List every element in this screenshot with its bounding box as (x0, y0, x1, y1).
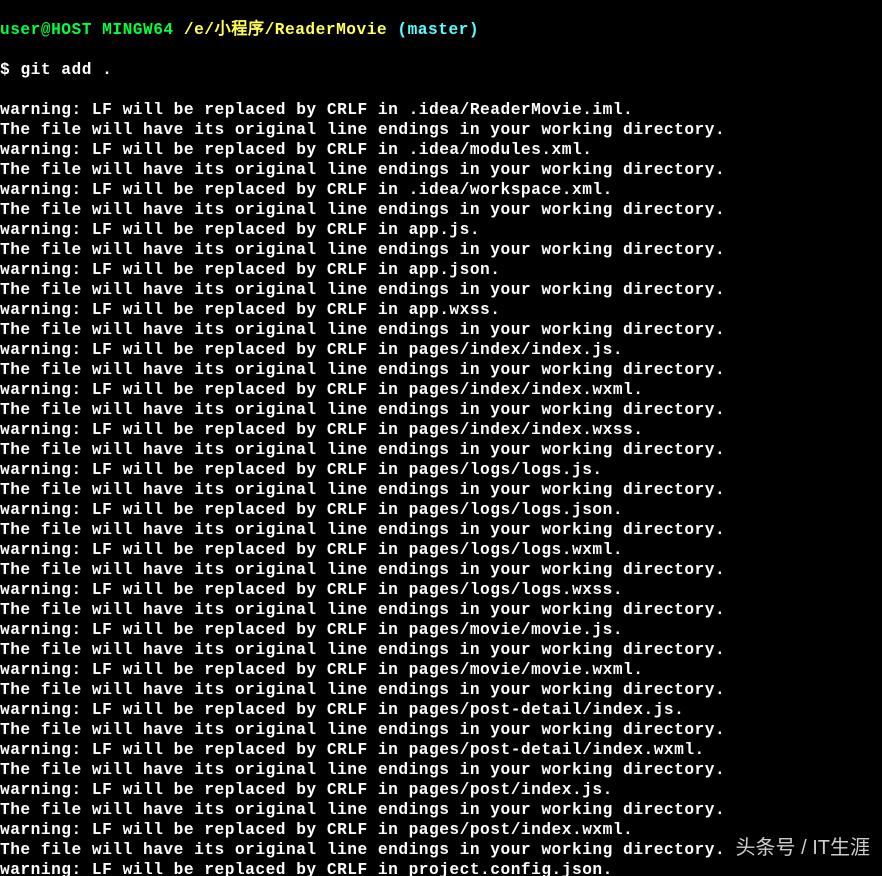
warning-line: warning: LF will be replaced by CRLF in … (0, 220, 882, 240)
terminal[interactable]: user@HOST MINGW64 /e/小程序/ReaderMovie (ma… (0, 0, 882, 876)
info-line: The file will have its original line end… (0, 720, 882, 740)
info-line: The file will have its original line end… (0, 640, 882, 660)
warning-line: warning: LF will be replaced by CRLF in … (0, 100, 882, 120)
warning-line: warning: LF will be replaced by CRLF in … (0, 140, 882, 160)
info-line: The file will have its original line end… (0, 560, 882, 580)
warning-line: warning: LF will be replaced by CRLF in … (0, 860, 882, 876)
typed-command: git add . (20, 61, 112, 79)
warning-line: warning: LF will be replaced by CRLF in … (0, 380, 882, 400)
info-line: The file will have its original line end… (0, 320, 882, 340)
warning-line: warning: LF will be replaced by CRLF in … (0, 540, 882, 560)
warning-line: warning: LF will be replaced by CRLF in … (0, 260, 882, 280)
warning-line: warning: LF will be replaced by CRLF in … (0, 700, 882, 720)
shell-name: MINGW64 (92, 21, 184, 39)
warning-line: warning: LF will be replaced by CRLF in … (0, 740, 882, 760)
prompt-symbol: $ (0, 61, 20, 79)
info-line: The file will have its original line end… (0, 400, 882, 420)
info-line: The file will have its original line end… (0, 760, 882, 780)
terminal-output: warning: LF will be replaced by CRLF in … (0, 100, 882, 876)
info-line: The file will have its original line end… (0, 480, 882, 500)
warning-line: warning: LF will be replaced by CRLF in … (0, 460, 882, 480)
cwd-path: /e/小程序/ReaderMovie (184, 21, 387, 39)
shell-header: user@HOST MINGW64 /e/小程序/ReaderMovie (ma… (0, 20, 882, 40)
userhost: user@HOST (0, 21, 92, 39)
info-line: The file will have its original line end… (0, 600, 882, 620)
warning-line: warning: LF will be replaced by CRLF in … (0, 420, 882, 440)
info-line: The file will have its original line end… (0, 440, 882, 460)
warning-line: warning: LF will be replaced by CRLF in … (0, 580, 882, 600)
info-line: The file will have its original line end… (0, 240, 882, 260)
warning-line: warning: LF will be replaced by CRLF in … (0, 500, 882, 520)
warning-line: warning: LF will be replaced by CRLF in … (0, 300, 882, 320)
info-line: The file will have its original line end… (0, 680, 882, 700)
info-line: The file will have its original line end… (0, 800, 882, 820)
info-line: The file will have its original line end… (0, 120, 882, 140)
warning-line: warning: LF will be replaced by CRLF in … (0, 340, 882, 360)
info-line: The file will have its original line end… (0, 360, 882, 380)
info-line: The file will have its original line end… (0, 200, 882, 220)
warning-line: warning: LF will be replaced by CRLF in … (0, 180, 882, 200)
warning-line: warning: LF will be replaced by CRLF in … (0, 620, 882, 640)
git-branch: (master) (387, 21, 479, 39)
info-line: The file will have its original line end… (0, 160, 882, 180)
watermark-text: 头条号 / IT生涯 (736, 838, 870, 858)
command-line[interactable]: $ git add . (0, 60, 882, 80)
info-line: The file will have its original line end… (0, 280, 882, 300)
info-line: The file will have its original line end… (0, 520, 882, 540)
warning-line: warning: LF will be replaced by CRLF in … (0, 780, 882, 800)
warning-line: warning: LF will be replaced by CRLF in … (0, 660, 882, 680)
